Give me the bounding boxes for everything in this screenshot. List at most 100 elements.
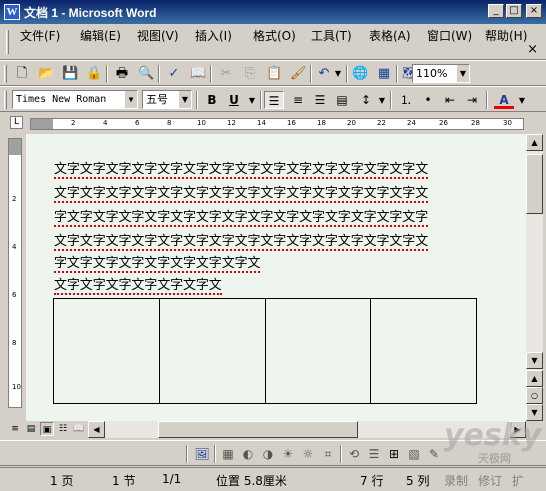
scroll-left-icon[interactable]: ◀ (88, 421, 105, 438)
insert-table-icon[interactable]: ▦ (376, 66, 392, 82)
paste-icon[interactable]: 📋 (266, 66, 282, 82)
rotate-icon[interactable]: ⟲ (346, 446, 362, 462)
less-contrast-icon[interactable]: ◑ (260, 446, 276, 462)
table-cell[interactable] (158, 298, 266, 404)
compress-icon[interactable]: ⊞ (386, 446, 402, 462)
align-right-button[interactable]: ☰ (310, 91, 330, 109)
print-icon[interactable]: 🖶 (114, 66, 130, 82)
font-color-dropdown-icon[interactable]: ▼ (514, 93, 530, 109)
line-spacing-dropdown-icon[interactable]: ▼ (374, 93, 390, 109)
justify-button[interactable]: ☰ (264, 91, 284, 109)
horizontal-scrollbar[interactable]: ◀ ▶ (88, 421, 526, 438)
scroll-right-icon[interactable]: ▶ (509, 421, 526, 438)
toolbar-grip[interactable] (4, 91, 7, 109)
underline-button[interactable]: U (224, 91, 244, 109)
chevron-down-icon[interactable]: ▼ (124, 91, 137, 108)
document-table[interactable] (53, 298, 477, 404)
normal-view-icon[interactable]: ≡ (8, 422, 22, 436)
scroll-up-icon[interactable]: ▲ (526, 134, 543, 151)
table-cell[interactable] (264, 298, 372, 404)
outline-view-icon[interactable]: ☷ (56, 422, 70, 436)
scroll-down-icon[interactable]: ▼ (526, 352, 543, 369)
permission-icon[interactable]: 🔒 (86, 66, 102, 82)
chevron-down-icon[interactable]: ▼ (178, 91, 191, 108)
menu-edit[interactable]: 编辑(E) (80, 27, 121, 44)
research-icon[interactable]: 📖 (190, 66, 206, 82)
tab-stop-selector[interactable]: L (10, 116, 23, 129)
menu-tools[interactable]: 工具(T) (311, 27, 352, 44)
distributed-align-button[interactable]: ▤ (332, 91, 352, 109)
document-close-icon[interactable]: × (527, 42, 538, 57)
font-size-combo[interactable]: 五号 ▼ (142, 90, 192, 109)
open-folder-icon[interactable]: 📂 (38, 66, 54, 82)
line-spacing-button[interactable]: ↕ (356, 91, 376, 109)
minimize-button[interactable]: _ (488, 4, 504, 18)
save-icon[interactable]: 💾 (62, 66, 78, 82)
browse-object-icon[interactable]: ○ (526, 387, 543, 404)
print-layout-icon[interactable]: ▣ (40, 422, 54, 436)
decrease-indent-button[interactable]: ⇤ (440, 91, 460, 109)
menu-view[interactable]: 视图(V) (137, 27, 179, 44)
format-painter-icon[interactable]: 🖌 (290, 66, 307, 82)
status-revision[interactable]: 修订 (478, 472, 502, 489)
maximize-button[interactable]: □ (506, 4, 522, 18)
text-line[interactable]: 文字文字文字文字文字文字文字文字文字文字文字文字文字文字文 (54, 182, 428, 203)
previous-page-icon[interactable]: ▲ (526, 370, 543, 387)
text-line[interactable]: 字文字文字文字文字文字文字文字文字文字文字文字文字文字文字 (54, 206, 428, 227)
horizontal-ruler[interactable]: 2 4 6 8 10 12 14 16 18 20 22 24 26 28 30 (30, 118, 524, 130)
vertical-ruler[interactable]: 2 4 6 8 10 (8, 138, 22, 408)
increase-indent-button[interactable]: ⇥ (462, 91, 482, 109)
numbering-button[interactable]: ⒈ (396, 91, 416, 109)
menu-file[interactable]: 文件(F) (20, 27, 60, 44)
text-line[interactable]: 字文字文字文字文字文字文字文字文 (54, 252, 261, 273)
bold-button[interactable]: B (202, 91, 222, 109)
scroll-thumb[interactable] (158, 421, 358, 438)
toolbar-grip[interactable] (4, 65, 7, 83)
chevron-down-icon[interactable]: ▼ (456, 65, 469, 82)
table-cell[interactable] (370, 298, 477, 404)
text-line[interactable]: 文字文字文字文字文字文字文字文字文字文字文字文字文字文字文 (54, 230, 428, 251)
less-brightness-icon[interactable]: ☼ (300, 446, 316, 462)
more-brightness-icon[interactable]: ☀ (280, 446, 296, 462)
zoom-combo[interactable]: 110% ▼ (412, 64, 470, 83)
font-name-combo[interactable]: Times New Roman ▼ (12, 90, 138, 109)
cut-icon[interactable]: ✂ (218, 66, 234, 82)
print-preview-icon[interactable]: 🔍 (138, 66, 154, 82)
document-body[interactable]: 文字文字文字文字文字文字文字文字文字文字文字文字文字文字文 文字文字文字文字文字… (26, 134, 526, 421)
menu-table[interactable]: 表格(A) (369, 27, 411, 44)
text-wrapping-icon[interactable]: ▧ (406, 446, 422, 462)
text-line[interactable]: 文字文字文字文字文字文字文字文字文字文字文字文字文字文字文 (54, 158, 428, 179)
font-color-button[interactable]: A (494, 91, 514, 109)
more-contrast-icon[interactable]: ◐ (240, 446, 256, 462)
menu-window[interactable]: 窗口(W) (427, 27, 472, 44)
line-style-icon[interactable]: ☰ (366, 446, 382, 462)
new-document-icon[interactable]: 🗋 (14, 66, 30, 82)
scroll-thumb[interactable] (526, 154, 543, 214)
close-button[interactable]: × (526, 4, 542, 18)
format-picture-icon[interactable]: ✎ (426, 446, 442, 462)
menu-insert[interactable]: 插入(I) (195, 27, 232, 44)
next-page-icon[interactable]: ▼ (526, 404, 543, 421)
text-line[interactable]: 文字文字文字文字文字文字文 (54, 274, 222, 295)
ruler-tick: 6 (135, 119, 140, 127)
vertical-scrollbar[interactable]: ▲ ▼ ▲ ○ ▼ (526, 134, 543, 421)
menu-grip[interactable] (6, 30, 9, 54)
underline-dropdown-icon[interactable]: ▼ (244, 93, 260, 109)
menu-format[interactable]: 格式(O) (253, 27, 296, 44)
status-record[interactable]: 录制 (444, 472, 468, 489)
undo-dropdown-icon[interactable]: ▼ (330, 66, 346, 82)
color-icon[interactable]: ▦ (220, 446, 236, 462)
spelling-icon[interactable]: ✓ (166, 66, 182, 82)
hyperlink-icon[interactable]: 🌐 (352, 66, 368, 82)
crop-icon[interactable]: ⌗ (320, 446, 336, 462)
table-cell[interactable] (53, 298, 160, 404)
word-app-icon[interactable]: W (4, 4, 20, 20)
insert-picture-icon[interactable]: 🖼 (194, 446, 210, 462)
web-view-icon[interactable]: ▤ (24, 422, 38, 436)
align-center-button[interactable]: ≡ (288, 91, 308, 109)
copy-icon[interactable]: ⎘ (242, 66, 258, 82)
menu-help[interactable]: 帮助(H) (485, 27, 527, 44)
reading-layout-icon[interactable]: 📖 (72, 422, 86, 436)
status-extend[interactable]: 扩 (512, 472, 524, 489)
bullets-button[interactable]: • (418, 91, 438, 109)
